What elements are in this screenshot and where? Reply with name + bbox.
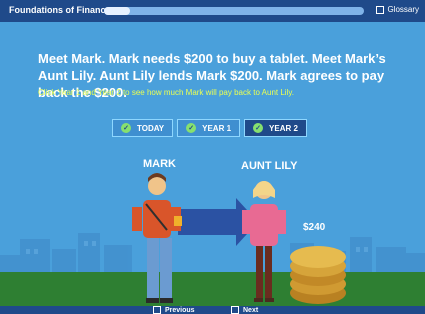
previous-label: Previous bbox=[165, 306, 195, 314]
next-button[interactable]: Next bbox=[231, 306, 258, 314]
top-bar: Foundations of Finance Glossary bbox=[0, 0, 425, 22]
content-area: Meet Mark. Mark needs $200 to buy a tabl… bbox=[0, 22, 425, 314]
next-label: Next bbox=[243, 306, 259, 314]
glossary-label: Glossary bbox=[387, 5, 419, 14]
progress-bar bbox=[104, 7, 364, 15]
aunt-lily-figure bbox=[242, 181, 286, 302]
coin-stack-illustration bbox=[290, 246, 346, 304]
lending-illustration bbox=[132, 173, 346, 304]
bottom-bar: Previous Next bbox=[0, 306, 425, 314]
mark-figure bbox=[132, 173, 182, 303]
progress-fill bbox=[104, 7, 130, 15]
square-icon bbox=[153, 306, 161, 314]
glossary-icon bbox=[376, 5, 385, 14]
previous-button[interactable]: Previous bbox=[153, 306, 195, 314]
app-title: Foundations of Finance bbox=[9, 5, 111, 15]
square-icon bbox=[231, 306, 239, 314]
glossary-link[interactable]: Glossary bbox=[376, 5, 419, 14]
app: Foundations of Finance Glossary Meet Mar… bbox=[0, 0, 425, 314]
